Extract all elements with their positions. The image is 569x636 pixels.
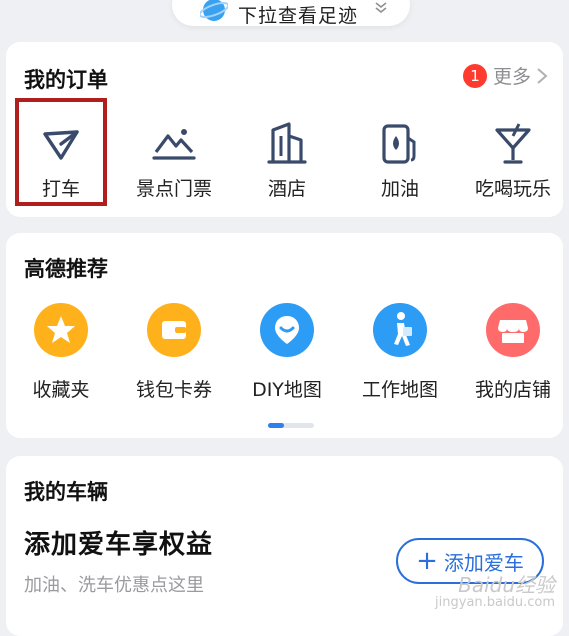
- recommend-item-label: DIY地图: [252, 379, 322, 401]
- recommend-item-diy-map[interactable]: DIY地图: [232, 301, 342, 411]
- orders-title: 我的订单: [24, 68, 108, 92]
- recommend-item-label: 我的店铺: [474, 379, 551, 401]
- cocktail-icon: [495, 123, 531, 164]
- order-item-leisure[interactable]: 吃喝玩乐: [458, 114, 568, 214]
- order-item-label: 景点门票: [135, 178, 212, 200]
- watermark: Baidu经验 jingyan.baidu.com: [435, 574, 555, 610]
- shop-icon: [486, 303, 540, 357]
- wallet-icon: [147, 303, 201, 357]
- walking-person-icon: [373, 303, 427, 357]
- chevron-down-icon: [375, 2, 387, 14]
- page-indicator: [268, 423, 314, 428]
- vehicle-title: 我的车辆: [24, 480, 108, 504]
- recommend-card: 高德推荐 收藏夹 钱包卡券 DIY地图 工作地图 我的店铺: [6, 233, 563, 438]
- orders-more-link[interactable]: 1 更多: [462, 62, 549, 89]
- order-item-hotel[interactable]: 酒店: [232, 114, 342, 214]
- orders-card: 我的订单 1 更多 打车 景点门票 酒店 加油 吃喝玩乐: [6, 42, 563, 217]
- plus-icon: +: [416, 546, 438, 576]
- star-icon: [34, 303, 88, 357]
- order-item-tickets[interactable]: 景点门票: [119, 114, 229, 214]
- order-item-label: 酒店: [267, 178, 306, 200]
- scenic-ticket-icon: [152, 129, 196, 160]
- watermark-line2: jingyan.baidu.com: [435, 594, 555, 610]
- recommend-item-label: 收藏夹: [32, 379, 90, 401]
- footprint-pull-down[interactable]: 下拉查看足迹: [172, 0, 410, 27]
- add-vehicle-label: 添加爱车: [443, 550, 524, 575]
- recommend-title: 高德推荐: [24, 257, 108, 281]
- highlight-box: [15, 98, 107, 206]
- vehicle-subtitle: 加油、洗车优惠点这里: [24, 575, 204, 596]
- recommend-item-favorites[interactable]: 收藏夹: [6, 301, 116, 411]
- more-label: 更多: [492, 66, 531, 88]
- page-indicator-active: [268, 423, 284, 428]
- globe-icon: [200, 0, 228, 21]
- watermark-line1: Baidu经验: [458, 572, 555, 597]
- gas-station-icon: [382, 124, 416, 164]
- orders-badge: 1: [462, 63, 487, 88]
- order-item-label: 吃喝玩乐: [474, 178, 551, 200]
- recommend-item-my-shop[interactable]: 我的店铺: [458, 301, 568, 411]
- footprint-label: 下拉查看足迹: [238, 5, 359, 27]
- order-item-fuel[interactable]: 加油: [345, 114, 455, 214]
- order-item-label: 加油: [380, 178, 419, 200]
- recommend-item-wallet[interactable]: 钱包卡券: [119, 301, 229, 411]
- chevron-right-icon: [537, 67, 548, 84]
- diy-map-icon: [260, 303, 314, 357]
- recommend-item-work-map[interactable]: 工作地图: [345, 301, 455, 411]
- recommend-item-label: 工作地图: [361, 379, 438, 401]
- vehicle-headline: 添加爱车享权益: [24, 530, 214, 560]
- hotel-icon: [267, 122, 307, 164]
- recommend-item-label: 钱包卡券: [135, 379, 212, 401]
